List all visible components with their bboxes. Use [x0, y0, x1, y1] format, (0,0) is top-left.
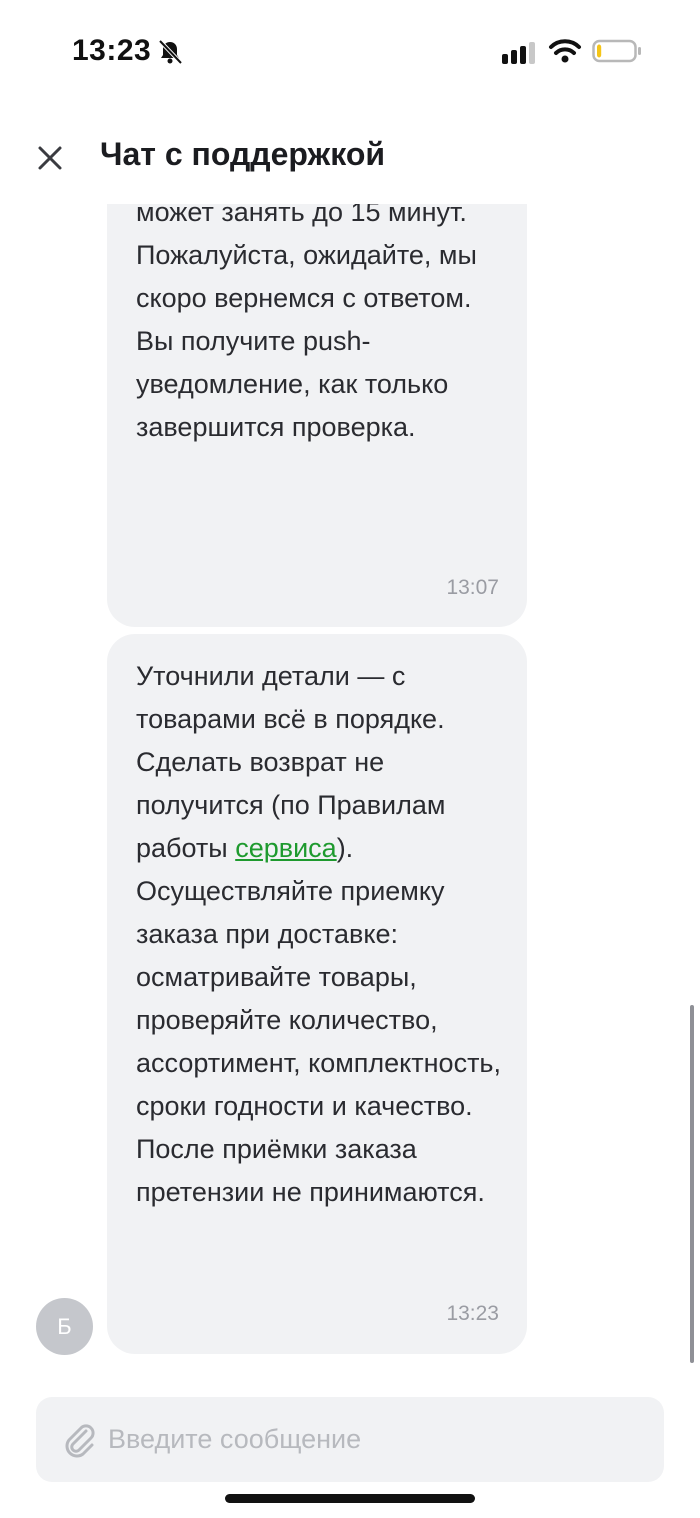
status-bar: 13:23: [0, 0, 700, 100]
page-title: Чат с поддержкой: [100, 136, 386, 172]
message-composer: [36, 1397, 664, 1482]
message-text: Проверяем информацию, это может занять д…: [136, 204, 477, 442]
message-time: 13:07: [446, 576, 499, 599]
paperclip-icon[interactable]: [62, 1421, 96, 1459]
close-icon: [38, 146, 62, 170]
message-time: 13:23: [446, 1302, 499, 1325]
message-text: Уточнили детали — с товарами всё в поряд…: [136, 655, 516, 1214]
message-bubble: Проверяем информацию, это может занять д…: [107, 204, 527, 627]
chat-header: Чат с поддержкой: [0, 120, 700, 200]
status-time: 13:23: [72, 34, 152, 67]
scrollbar[interactable]: [690, 1005, 694, 1363]
signal-icon: [502, 42, 535, 64]
wifi-icon: [549, 39, 581, 63]
battery-icon: [592, 39, 641, 63]
message-input[interactable]: [108, 1397, 638, 1482]
close-button[interactable]: [30, 138, 70, 178]
avatar: Б: [36, 1298, 93, 1355]
message-bubble: Уточнили детали — с товарами всё в поряд…: [107, 634, 527, 1354]
bell-off-icon: [158, 39, 183, 65]
message-text-part: ). Осуществляйте приемку заказа при дост…: [136, 833, 502, 1207]
service-rules-link[interactable]: сервиса: [235, 833, 336, 863]
home-indicator: [225, 1494, 475, 1503]
chat-messages[interactable]: Проверяем информацию, это может занять д…: [0, 204, 700, 1380]
